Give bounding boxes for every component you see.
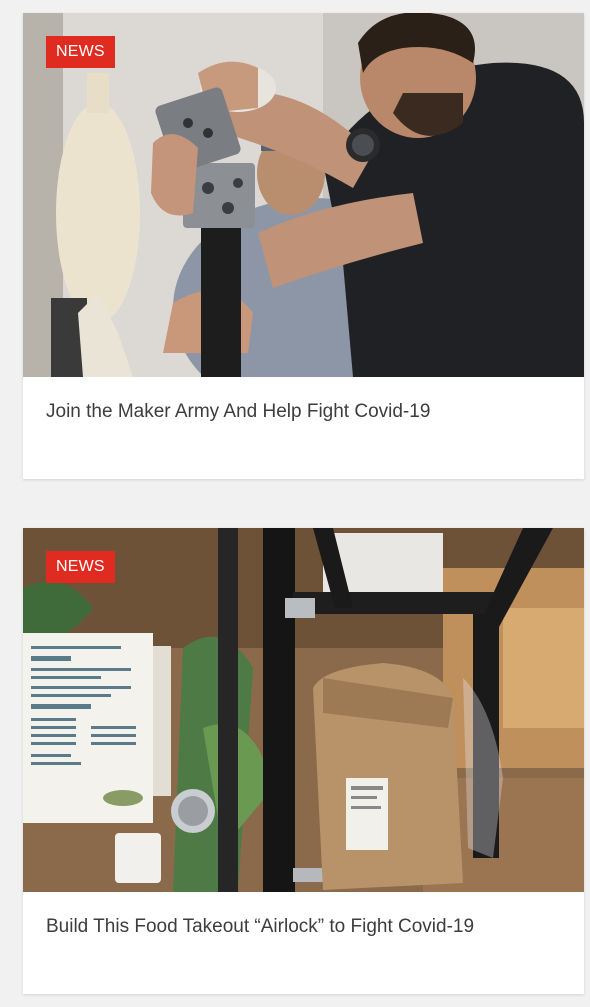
article-thumbnail[interactable]: NEWS xyxy=(23,528,584,892)
article-feed: NEWS Join the Maker Army And Help Fight … xyxy=(0,0,590,1007)
news-badge[interactable]: NEWS xyxy=(46,551,115,583)
article-title-link[interactable]: Join the Maker Army And Help Fight Covid… xyxy=(46,399,564,425)
article-thumbnail[interactable]: NEWS xyxy=(23,13,584,377)
article-card[interactable]: NEWS Build This Food Takeout “Airlock” t… xyxy=(23,528,584,994)
news-badge[interactable]: NEWS xyxy=(46,36,115,68)
article-card[interactable]: NEWS Join the Maker Army And Help Fight … xyxy=(23,13,584,479)
article-title-link[interactable]: Build This Food Takeout “Airlock” to Fig… xyxy=(46,914,564,940)
